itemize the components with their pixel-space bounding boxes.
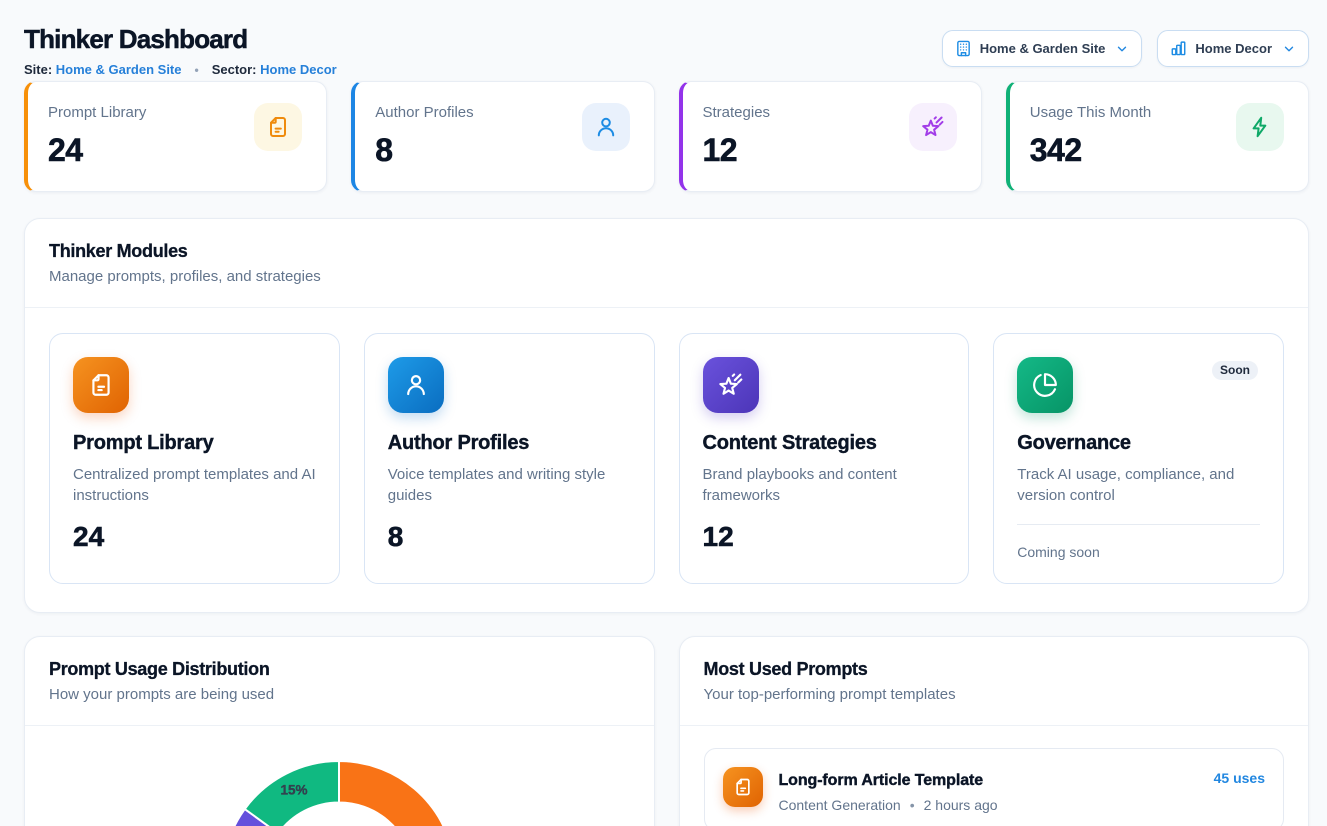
svg-text:15%: 15% — [280, 783, 307, 798]
